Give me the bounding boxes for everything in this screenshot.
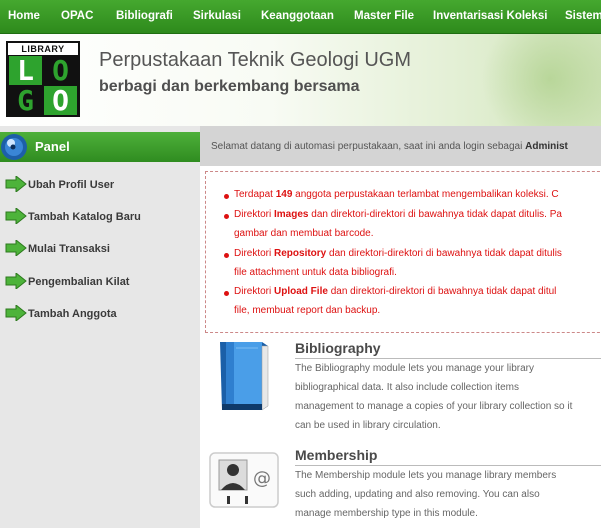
member-card-icon[interactable]: @ bbox=[209, 452, 279, 508]
arrow-right-icon bbox=[5, 273, 27, 289]
panel-label: Panel bbox=[35, 139, 70, 154]
welcome-message: Selamat datang di automasi perpustakaan,… bbox=[211, 141, 568, 152]
library-logo[interactable]: LIBRARY L O G O bbox=[6, 41, 80, 117]
arrow-right-icon bbox=[5, 305, 27, 321]
module-desc-line: management to manage a copies of your li… bbox=[295, 401, 573, 412]
alert-overdue: Terdapat 149 anggota perpustakaan terlam… bbox=[234, 189, 559, 200]
arrow-right-icon bbox=[5, 176, 27, 192]
module-desc-line: The Membership module lets you manage li… bbox=[295, 470, 557, 481]
alert-text: Direktori bbox=[234, 248, 275, 259]
logo-letter: O bbox=[44, 56, 77, 85]
panel-logo-icon bbox=[1, 134, 27, 160]
bullet-icon bbox=[224, 253, 229, 258]
welcome-text: Selamat datang di automasi perpustakaan,… bbox=[211, 141, 526, 152]
arrow-right-icon bbox=[5, 240, 27, 256]
alert-text: Terdapat bbox=[234, 189, 276, 200]
sidebar-item-mulai-transaksi[interactable]: Mulai Transaksi bbox=[0, 236, 200, 262]
sidebar-item-tambah-katalog-baru[interactable]: Tambah Katalog Baru bbox=[0, 204, 200, 230]
alert-repository-dir-line2: file attachment untuk data bibliografi. bbox=[234, 267, 397, 278]
alert-text: Direktori bbox=[234, 209, 275, 220]
module-desc-line: bibliographical data. It also include co… bbox=[295, 382, 520, 393]
alert-text: dan direktori-direktori di bawahnya tida… bbox=[326, 248, 562, 259]
site-subtitle: berbagi dan berkembang bersama bbox=[99, 78, 360, 95]
bullet-icon bbox=[224, 194, 229, 199]
module-desc-line: The Bibliography module lets you manage … bbox=[295, 363, 535, 374]
logo-letter: G bbox=[9, 86, 42, 115]
svg-text:@: @ bbox=[253, 468, 271, 489]
panel-header: Panel bbox=[0, 132, 200, 162]
directory-name: Images bbox=[274, 209, 309, 220]
nav-home[interactable]: Home bbox=[8, 10, 40, 22]
sidebar-item-label: Ubah Profil User bbox=[28, 179, 115, 191]
sidebar-item-ubah-profil-user[interactable]: Ubah Profil User bbox=[0, 172, 200, 198]
nav-bibliografi[interactable]: Bibliografi bbox=[116, 10, 173, 22]
logged-in-user: Administ bbox=[525, 141, 568, 152]
sidebar-item-label: Tambah Anggota bbox=[28, 308, 117, 320]
module-desc-line: can be used in library circulation. bbox=[295, 420, 441, 431]
alert-text: dan direktori-direktori di bawahnya tida… bbox=[308, 209, 562, 220]
sidebar-item-label: Pengembalian Kilat bbox=[28, 276, 130, 288]
sidebar-item-tambah-anggota[interactable]: Tambah Anggota bbox=[0, 301, 200, 327]
nav-opac[interactable]: OPAC bbox=[61, 10, 93, 22]
directory-name: Upload File bbox=[274, 286, 328, 297]
top-nav: Home OPAC Bibliografi Sirkulasi Keanggot… bbox=[0, 0, 601, 34]
nav-sirkulasi[interactable]: Sirkulasi bbox=[193, 10, 241, 22]
arrow-right-icon bbox=[5, 208, 27, 224]
nav-master-file[interactable]: Master File bbox=[354, 10, 414, 22]
module-desc-line: manage membership type in this module. bbox=[295, 508, 478, 519]
module-title-bibliography[interactable]: Bibliography bbox=[295, 340, 381, 356]
site-title: Perpustakaan Teknik Geologi UGM bbox=[99, 49, 412, 71]
alert-images-dir: Direktori Images dan direktori-direktori… bbox=[234, 209, 562, 220]
alert-text: Direktori bbox=[234, 286, 275, 297]
alert-text: dan direktori-direktori di bawahnya tida… bbox=[327, 286, 557, 297]
alert-upload-dir-line2: file, membuat report dan backup. bbox=[234, 305, 381, 316]
warning-box: Terdapat 149 anggota perpustakaan terlam… bbox=[205, 171, 601, 333]
alert-upload-dir: Direktori Upload File dan direktori-dire… bbox=[234, 286, 556, 297]
directory-name: Repository bbox=[274, 248, 327, 259]
logo-letter: O bbox=[44, 86, 77, 115]
alert-images-dir-line2: gambar dan membuat barcode. bbox=[234, 228, 374, 239]
book-icon[interactable] bbox=[214, 340, 274, 412]
alert-repository-dir: Direktori Repository dan direktori-direk… bbox=[234, 248, 562, 259]
module-title-membership[interactable]: Membership bbox=[295, 447, 377, 463]
bullet-icon bbox=[224, 291, 229, 296]
sidebar-item-pengembalian-kilat[interactable]: Pengembalian Kilat bbox=[0, 269, 200, 295]
nav-keanggotaan[interactable]: Keanggotaan bbox=[261, 10, 334, 22]
sidebar: Panel Ubah Profil User Tambah Katalog Ba… bbox=[0, 126, 200, 528]
nav-sistem[interactable]: Sistem bbox=[565, 10, 601, 22]
sidebar-item-label: Tambah Katalog Baru bbox=[28, 211, 141, 223]
bullet-icon bbox=[224, 214, 229, 219]
overdue-count: 149 bbox=[275, 189, 293, 200]
header-decoration bbox=[470, 34, 601, 126]
alert-text: anggota perpustakaan terlambat mengembal… bbox=[292, 189, 559, 200]
nav-inventarisasi-koleksi[interactable]: Inventarisasi Koleksi bbox=[433, 10, 547, 22]
module-desc-line: such adding, updating and also removing.… bbox=[295, 489, 540, 500]
logo-letter: L bbox=[9, 56, 42, 85]
sidebar-item-label: Mulai Transaksi bbox=[28, 243, 110, 255]
site-header: LIBRARY L O G O Perpustakaan Teknik Geol… bbox=[0, 34, 601, 126]
welcome-bar: Selamat datang di automasi perpustakaan,… bbox=[200, 126, 601, 166]
